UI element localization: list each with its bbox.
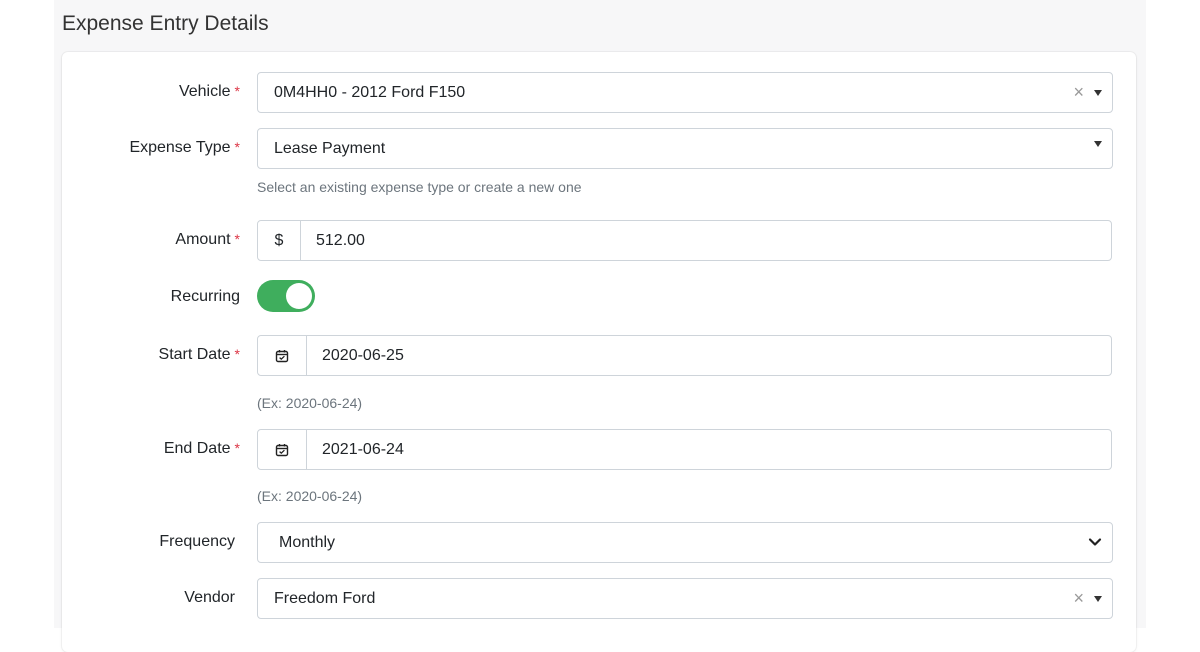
close-icon[interactable]: × bbox=[1073, 83, 1084, 101]
toggle-knob bbox=[286, 283, 312, 309]
amount-input[interactable]: $ 512.00 bbox=[257, 220, 1112, 261]
vehicle-value: 0M4HH0 - 2012 Ford F150 bbox=[274, 84, 466, 101]
caret-down-icon[interactable] bbox=[1094, 596, 1102, 602]
start-date-input[interactable]: 2020-06-25 bbox=[257, 335, 1112, 376]
vendor-value: Freedom Ford bbox=[274, 590, 376, 607]
end-date-input[interactable]: 2021-06-24 bbox=[257, 429, 1112, 470]
caret-down-icon[interactable] bbox=[1094, 141, 1102, 147]
end-date-label: End Date * bbox=[163, 440, 240, 457]
currency-prefix: $ bbox=[258, 221, 301, 260]
vendor-label: Vendor bbox=[184, 589, 235, 606]
recurring-toggle[interactable] bbox=[257, 280, 315, 312]
expense-type-select[interactable]: Lease Payment bbox=[257, 128, 1113, 169]
chevron-down-icon bbox=[1088, 538, 1102, 546]
end-date-value: 2021-06-24 bbox=[322, 441, 404, 458]
end-date-help: (Ex: 2020-06-24) bbox=[257, 488, 363, 504]
expense-type-value: Lease Payment bbox=[274, 140, 386, 157]
section-title: Expense Entry Details bbox=[62, 12, 269, 35]
start-date-label: Start Date * bbox=[158, 346, 240, 363]
calendar-check-icon[interactable] bbox=[258, 336, 307, 375]
expense-type-label: Expense Type * bbox=[129, 139, 240, 156]
amount-label: Amount * bbox=[175, 231, 240, 248]
frequency-label: Frequency bbox=[159, 533, 235, 550]
required-marker: * bbox=[234, 83, 240, 99]
amount-value: 512.00 bbox=[316, 232, 365, 249]
start-date-help: (Ex: 2020-06-24) bbox=[257, 395, 363, 411]
start-date-value: 2020-06-25 bbox=[322, 347, 404, 364]
frequency-value: Monthly bbox=[279, 534, 336, 551]
vehicle-label: Vehicle * bbox=[178, 83, 240, 100]
calendar-check-icon[interactable] bbox=[258, 430, 307, 469]
caret-down-icon[interactable] bbox=[1094, 90, 1102, 96]
required-marker: * bbox=[234, 346, 240, 362]
expense-type-help: Select an existing expense type or creat… bbox=[257, 179, 582, 195]
required-marker: * bbox=[234, 231, 240, 247]
required-marker: * bbox=[234, 139, 240, 155]
frequency-select[interactable]: Monthly bbox=[257, 522, 1113, 563]
required-marker: * bbox=[234, 440, 240, 456]
close-icon[interactable]: × bbox=[1073, 589, 1084, 607]
form-card: Vehicle * 0M4HH0 - 2012 Ford F150 × Expen… bbox=[62, 52, 1136, 652]
recurring-label: Recurring bbox=[170, 288, 240, 305]
vendor-select[interactable]: Freedom Ford × bbox=[257, 578, 1113, 619]
vehicle-select[interactable]: 0M4HH0 - 2012 Ford F150 × bbox=[257, 72, 1113, 113]
page: Expense Entry Details Vehicle * 0M4HH0 - … bbox=[54, 0, 1146, 652]
